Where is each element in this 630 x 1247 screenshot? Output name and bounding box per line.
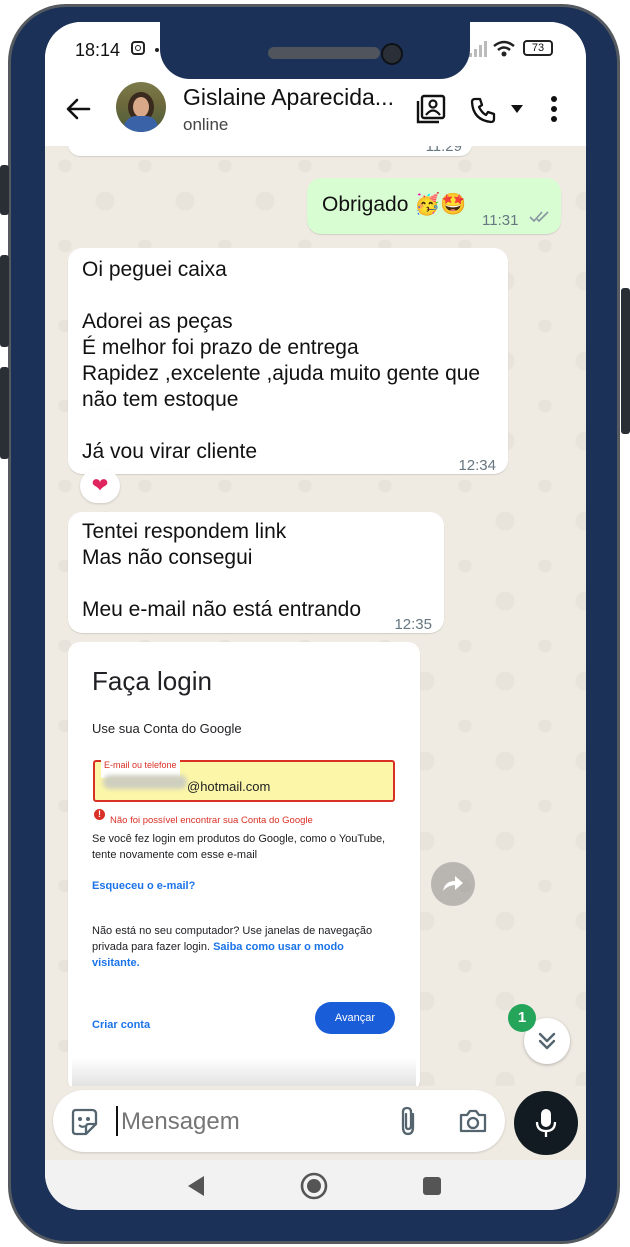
- double-check-icon: [529, 211, 549, 223]
- navigation-bar: [45, 1160, 586, 1210]
- message-line: Adorei as peças: [82, 310, 233, 333]
- message-time: 12:34: [458, 457, 496, 474]
- screen: 18:14 73 Gislaine Aparecida... online 11…: [45, 22, 586, 1210]
- unread-badge: 1: [508, 1004, 536, 1032]
- phone-call-icon[interactable]: [469, 96, 497, 124]
- sticker-icon[interactable]: [69, 1107, 99, 1137]
- message-input[interactable]: [119, 1102, 373, 1142]
- text-cursor: [116, 1106, 118, 1136]
- contact-status: online: [183, 115, 229, 134]
- volume-up-button: [0, 165, 9, 215]
- message-bubble-previous[interactable]: 11:29: [68, 146, 472, 156]
- forward-icon: [443, 876, 463, 891]
- message-bubble-incoming[interactable]: Oi peguei caixa Adorei as peças É melhor f…: [68, 248, 508, 474]
- back-nav-icon[interactable]: [186, 1175, 206, 1197]
- message-line: Meu e-mail não está entrando: [82, 598, 361, 621]
- login-title: Faça login: [92, 666, 212, 696]
- next-button-label: Avançar: [334, 1012, 376, 1024]
- avatar[interactable]: [116, 82, 166, 132]
- message-line: Já vou virar cliente: [82, 440, 258, 463]
- back-arrow-icon[interactable]: [65, 96, 91, 122]
- next-button: Avançar: [315, 1002, 395, 1034]
- blurred-email-prefix: [103, 775, 187, 789]
- info-text: Se você fez login em produtos do Google,…: [92, 833, 386, 861]
- message-line: É melhor foi prazo de entrega: [82, 336, 359, 359]
- image-message[interactable]: Faça login Use sua Conta do Google E-mai…: [68, 642, 420, 1086]
- error-icon: !: [94, 809, 105, 820]
- video-call-icon[interactable]: [416, 94, 446, 124]
- front-camera: [381, 43, 403, 65]
- message-line: [82, 283, 480, 309]
- speaker-grille: [268, 47, 380, 59]
- dot-icon: [155, 48, 159, 52]
- attachment-icon[interactable]: [399, 1105, 417, 1137]
- image-content: Faça login Use sua Conta do Google E-mai…: [72, 646, 416, 1086]
- unread-count: 1: [517, 1009, 527, 1026]
- message-text: Obrigado 🥳🤩: [322, 193, 467, 216]
- signal-icon: [469, 41, 487, 57]
- message-line: Mas não consegui: [82, 546, 253, 569]
- more-options-icon[interactable]: [550, 96, 558, 122]
- message-bubble-incoming[interactable]: Tentei respondem link Mas não consegui Meu…: [68, 512, 444, 633]
- chevron-down-icon[interactable]: [511, 105, 523, 113]
- message-composer[interactable]: [53, 1090, 505, 1152]
- recents-nav-icon[interactable]: [422, 1176, 442, 1196]
- camera-notch: [160, 22, 470, 79]
- battery-level: 73: [531, 42, 545, 54]
- voice-message-button[interactable]: [514, 1091, 578, 1155]
- status-time: 18:14: [75, 40, 121, 60]
- message-time: 11:31: [482, 212, 519, 229]
- forward-button[interactable]: [431, 862, 475, 906]
- contact-name[interactable]: Gislaine Aparecida...: [183, 84, 394, 111]
- heart-reaction[interactable]: ❤: [80, 469, 120, 503]
- instagram-icon: [131, 41, 145, 55]
- power-button: [621, 288, 630, 434]
- side-button-left: [0, 367, 9, 459]
- message-line: [82, 571, 361, 597]
- message-line: Oi peguei caixa: [82, 258, 227, 281]
- wifi-icon: [493, 40, 515, 57]
- microphone-icon: [535, 1109, 557, 1137]
- message-time: 11:29: [425, 146, 462, 155]
- message-line: Tentei respondem link: [82, 520, 287, 543]
- message-bubble-outgoing[interactable]: Obrigado 🥳🤩 11:31: [307, 178, 561, 234]
- home-nav-icon[interactable]: [300, 1172, 328, 1200]
- message-text: Tentei respondem link Mas não consegui Meu…: [82, 519, 361, 623]
- private-browsing-text: Não está no seu computador? Use janelas …: [92, 923, 384, 971]
- chat-area: 11:29 Obrigado 🥳🤩 11:31 Oi peguei caixa A…: [45, 146, 586, 1086]
- camera-icon[interactable]: [458, 1108, 488, 1134]
- image-bottom-shade: [72, 1058, 416, 1086]
- message-line: não tem estoque: [82, 388, 239, 411]
- message-time: 12:35: [394, 616, 432, 633]
- volume-down-button: [0, 255, 9, 347]
- create-account-link: Criar conta: [92, 1019, 151, 1031]
- message-text: Oi peguei caixa Adorei as peças É melhor f…: [82, 257, 480, 465]
- email-field: E-mail ou telefone @hotmail.com: [93, 752, 395, 802]
- chat-header: Gislaine Aparecida... online: [45, 74, 586, 146]
- message-line: [82, 413, 480, 439]
- heart-icon: ❤: [91, 475, 109, 497]
- battery-icon: 73: [523, 40, 553, 56]
- message-line: Rapidez ,excelente ,ajuda muito gente qu…: [82, 362, 481, 385]
- double-chevron-down-icon: [538, 1032, 556, 1050]
- login-subtitle: Use sua Conta do Google: [92, 721, 242, 736]
- email-field-value: @hotmail.com: [187, 779, 271, 794]
- forgot-email-link: Esqueceu o e-mail?: [92, 880, 196, 892]
